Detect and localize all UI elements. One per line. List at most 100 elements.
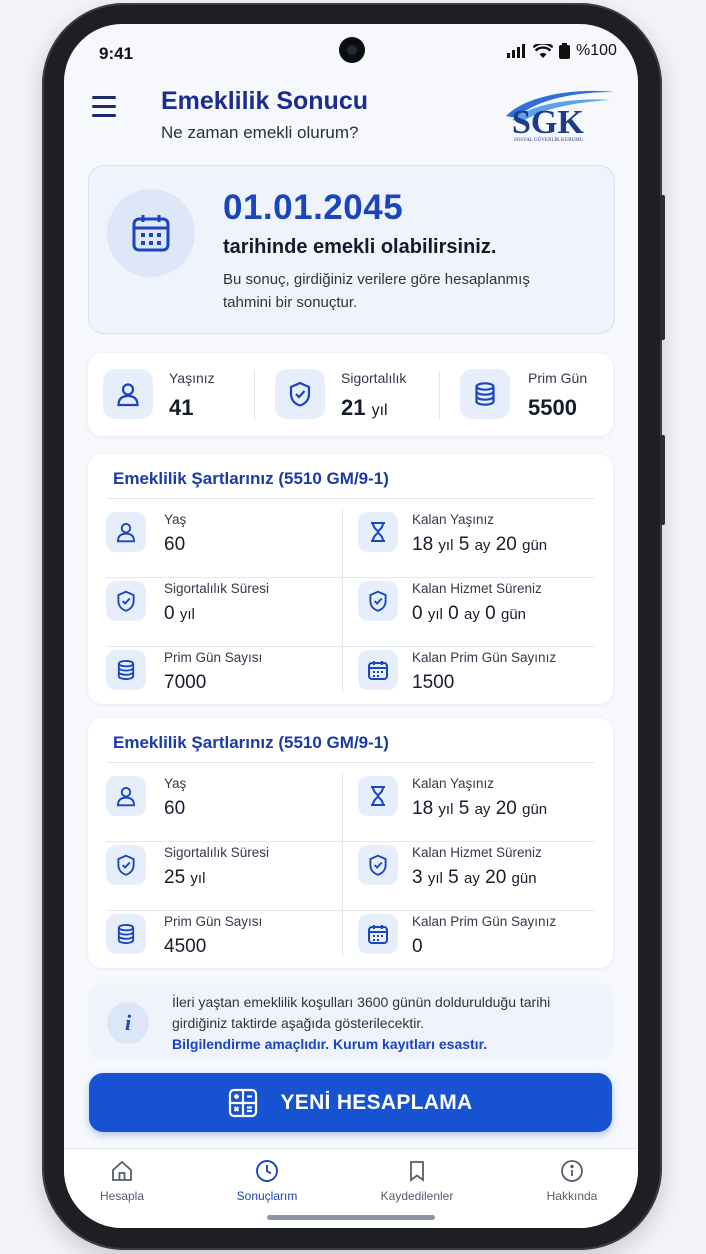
calendar-icon xyxy=(107,189,195,277)
remaining-service-label: Kalan Hizmet Süreniz xyxy=(412,845,542,860)
hourglass-icon xyxy=(358,776,398,816)
info-icon: i xyxy=(107,1002,149,1044)
divider xyxy=(439,370,440,420)
new-calculation-button[interactable]: YENİ HESAPLAMA xyxy=(89,1073,612,1132)
years-number: 0 xyxy=(412,603,423,624)
info-text: İleri yaştan emeklilik koşulları 3600 gü… xyxy=(172,992,602,1055)
months-number: 5 xyxy=(458,534,470,555)
remaining-service-label: Kalan Hizmet Süreniz xyxy=(412,581,542,596)
divider xyxy=(106,646,595,647)
clock-icon xyxy=(256,1160,278,1182)
premium-value: 4500 xyxy=(164,936,207,957)
shield-icon xyxy=(358,581,398,621)
conditions-title: Emeklilik Şartlarınız (5510 GM/9-1) xyxy=(113,733,389,752)
nav-item-kaydedilenler[interactable]: Kaydedilenler xyxy=(362,1159,472,1203)
years-unit: yıl xyxy=(438,537,454,554)
calendar-icon xyxy=(358,650,398,690)
new-calculation-label: YENİ HESAPLAMA xyxy=(280,1090,473,1114)
hourglass-icon xyxy=(358,512,398,552)
months-number: 5 xyxy=(448,867,459,888)
volume-button xyxy=(660,195,665,340)
summary-premium-label: Prim Gün xyxy=(528,370,588,386)
remaining-premium-value: 1500 xyxy=(412,672,455,693)
wifi-icon xyxy=(533,43,553,58)
months-unit: ay xyxy=(464,870,480,887)
conditions-card-1: Emeklilik Şartlarınız (5510 GM/9-1) Yaş … xyxy=(88,454,613,704)
summary-age-value: 41 xyxy=(169,395,194,420)
years-unit: yıl xyxy=(427,870,443,887)
info-line-2: Bilgilendirme amaçlıdır. Kurum kayıtları… xyxy=(172,1036,488,1052)
remaining-age-value: 18 yıl 5 ay 20 gün xyxy=(412,534,547,556)
years-number: 18 xyxy=(412,534,434,555)
nav-item-hakkinda[interactable]: Hakkında xyxy=(517,1159,627,1203)
months-unit: ay xyxy=(464,606,480,623)
months-number: 0 xyxy=(448,603,459,624)
status-time: 9:41 xyxy=(99,44,134,63)
months-unit: ay xyxy=(474,537,491,554)
home-icon xyxy=(112,1160,132,1181)
summary-age-label: Yaşınız xyxy=(169,370,215,386)
front-camera xyxy=(339,37,365,63)
years-unit: yıl xyxy=(427,606,443,623)
nav-label: Sonuçlarım xyxy=(236,1189,298,1203)
insurance-number: 0 xyxy=(164,603,175,624)
home-indicator[interactable] xyxy=(267,1215,435,1220)
remaining-age-label: Kalan Yaşınız xyxy=(412,512,495,527)
age-value: 60 xyxy=(164,798,186,819)
summary-premium-value: 5500 xyxy=(528,395,577,420)
years-unit: yıl xyxy=(179,606,195,623)
shield-icon xyxy=(358,845,398,885)
divider xyxy=(106,910,595,911)
divider xyxy=(106,841,595,842)
divider xyxy=(106,762,595,763)
nav-label: Hakkında xyxy=(546,1189,598,1203)
divider xyxy=(106,577,595,578)
divider xyxy=(106,498,595,499)
calculator-icon xyxy=(229,1088,258,1117)
battery-icon xyxy=(559,43,570,59)
nav-label: Kaydedilenler xyxy=(380,1189,454,1203)
calendar-icon xyxy=(358,914,398,954)
user-icon xyxy=(106,776,146,816)
power-button xyxy=(660,435,665,525)
summary-insurance-value: 21 yıl xyxy=(341,395,388,421)
insurance-label: Sigortalılık Süresi xyxy=(164,845,270,860)
divider xyxy=(254,370,255,420)
years-unit: yıl xyxy=(438,801,454,818)
days-unit: gün xyxy=(522,537,548,554)
years-number: 3 xyxy=(412,867,423,888)
info-icon xyxy=(561,1160,583,1182)
page-subtitle: Ne zaman emekli olurum? xyxy=(161,123,359,142)
nav-item-hesapla[interactable]: Hesapla xyxy=(67,1159,177,1203)
nav-label: Hesapla xyxy=(99,1189,145,1203)
remaining-service-value: 3 yıl 5 ay 20 gün xyxy=(412,867,537,889)
months-unit: ay xyxy=(474,801,491,818)
screen: 9:41 %100 Emeklilik Sonucu Ne zaman emek… xyxy=(64,24,638,1228)
user-icon xyxy=(106,512,146,552)
years-number: 18 xyxy=(412,798,434,819)
signal-icon xyxy=(507,44,525,58)
premium-value: 7000 xyxy=(164,672,207,693)
days-number: 20 xyxy=(485,867,507,888)
user-icon xyxy=(103,369,153,419)
insurance-number: 25 xyxy=(164,867,186,888)
premium-label: Prim Gün Sayısı xyxy=(164,914,263,929)
days-number: 20 xyxy=(495,534,517,555)
days-number: 0 xyxy=(485,603,496,624)
menu-icon[interactable] xyxy=(92,96,116,118)
age-label: Yaş xyxy=(164,776,187,791)
sgk-logo: SGK SOSYAL GÜVENLİK KURUMU xyxy=(498,86,616,148)
remaining-premium-label: Kalan Prim Gün Sayınız xyxy=(412,650,557,665)
summary-insurance-label: Sigortalılık xyxy=(341,370,407,386)
shield-icon xyxy=(275,369,325,419)
days-unit: gün xyxy=(522,801,548,818)
months-number: 5 xyxy=(458,798,470,819)
remaining-premium-label: Kalan Prim Gün Sayınız xyxy=(412,914,557,929)
insurance-value: 0 yıl xyxy=(164,603,195,625)
years-unit: yıl xyxy=(190,870,206,887)
database-icon xyxy=(106,914,146,954)
insurance-value: 25 yıl xyxy=(164,867,205,889)
divider xyxy=(342,774,343,956)
battery-percent: %100 xyxy=(576,42,617,59)
nav-item-sonuclarim[interactable]: Sonuçlarım xyxy=(212,1159,322,1203)
